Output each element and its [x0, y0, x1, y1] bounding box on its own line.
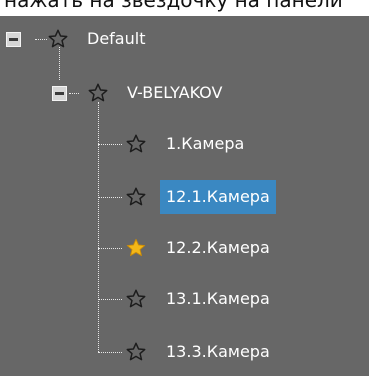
tree-connector — [98, 299, 122, 300]
collapse-icon[interactable] — [6, 32, 21, 47]
star-outline-icon[interactable] — [47, 28, 69, 50]
tree-connector — [98, 102, 99, 352]
camera-tree: Default V-BELYAKOV 1.Камера 12.1.Камера … — [0, 16, 369, 376]
tree-node-label[interactable]: Default — [87, 22, 145, 56]
collapse-icon[interactable] — [52, 86, 67, 101]
star-outline-icon[interactable] — [87, 82, 109, 104]
tree-connector — [98, 197, 122, 198]
star-filled-icon[interactable] — [125, 237, 147, 259]
star-outline-icon[interactable] — [125, 186, 147, 208]
tree-connector — [59, 47, 60, 80]
star-outline-icon[interactable] — [125, 341, 147, 363]
tree-node-label[interactable]: 13.1.Камера — [166, 282, 270, 316]
tree-node-label[interactable]: V-BELYAKOV — [127, 76, 222, 110]
tree-node-label[interactable]: 12.2.Камера — [166, 231, 270, 265]
tree-connector — [69, 93, 79, 94]
partial-caption: нажать на звездочку на панели — [4, 0, 343, 12]
tree-node-label[interactable]: 12.1.Камера — [160, 180, 276, 214]
tree-connector — [35, 39, 47, 40]
tree-connector — [98, 352, 122, 353]
tree-connector — [98, 144, 122, 145]
star-outline-icon[interactable] — [125, 133, 147, 155]
tree-connector — [98, 248, 122, 249]
caption-strip: нажать на звездочку на панели — [0, 0, 369, 16]
tree-node-label[interactable]: 1.Камера — [166, 127, 244, 161]
star-outline-icon[interactable] — [125, 288, 147, 310]
tree-node-label[interactable]: 13.3.Камера — [166, 335, 270, 369]
